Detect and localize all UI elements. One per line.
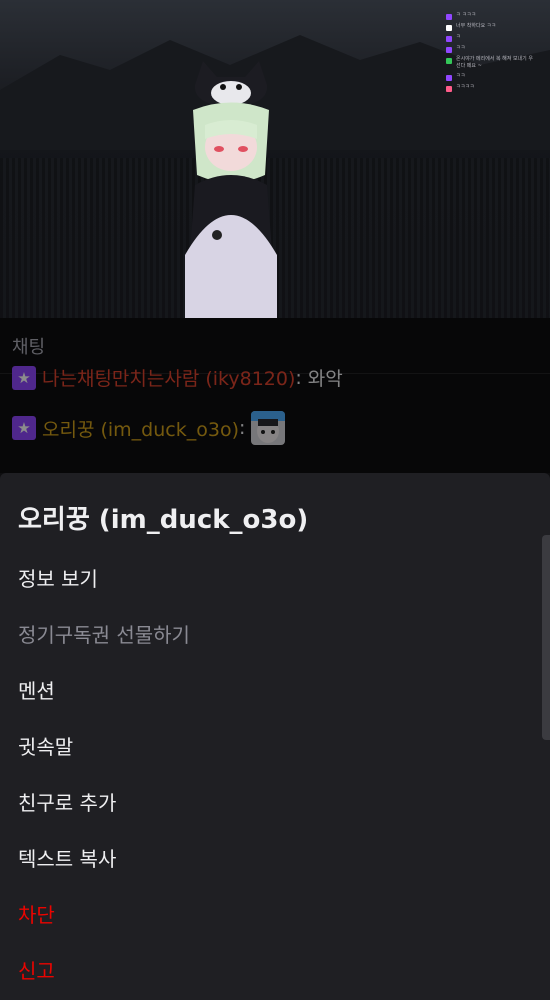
overlay-chat-line: 너무 착하다요 ㅋㅋ [446, 23, 536, 31]
menu-item-whisper[interactable]: 귓속말 [18, 731, 73, 760]
stream-video[interactable]: ㅋ ㅋㅋㅋ 너무 착하다요 ㅋㅋ ㅋ ㅋㅋ 온시야가 메리에서 복 해져 보내기… [0, 0, 550, 318]
overlay-chat-line: ㅋㅋㅋㅋ [446, 84, 536, 92]
overlay-chat-text: ㅋ [456, 34, 461, 40]
chat-separator: : [295, 366, 302, 389]
overlay-chat-line: ㅋㅋ [446, 73, 536, 81]
sheet-username-title: 오리꿍 (im_duck_o3o) [18, 505, 309, 535]
chat-header-title: 채팅 [12, 336, 46, 358]
overlay-chat-text: ㅋㅋㅋㅋ [456, 84, 475, 90]
menu-item-mention[interactable]: 멘션 [18, 675, 55, 704]
overlay-badge [446, 14, 452, 20]
chat-message-text: 와악 [307, 368, 343, 390]
overlay-chat-text: ㅋㅋ [456, 73, 466, 79]
overlay-chat-text: 너무 착하다요 ㅋㅋ [456, 23, 496, 29]
overlay-badge [446, 36, 452, 42]
overlay-chat-text: ㅋㅋ [456, 45, 466, 51]
star-badge-icon: ★ [12, 416, 36, 440]
overlay-chat-text: ㅋ ㅋㅋㅋ [456, 12, 476, 18]
chat-message[interactable]: ★ 나는채팅만치는사람 (iky8120): 와악 [12, 364, 343, 391]
menu-item-copy-text[interactable]: 텍스트 복사 [18, 843, 116, 872]
stream-overlay-chat: ㅋ ㅋㅋㅋ 너무 착하다요 ㅋㅋ ㅋ ㅋㅋ 온시야가 메리에서 복 해져 보내기… [446, 12, 536, 95]
overlay-badge [446, 25, 452, 31]
overlay-chat-line: ㅋ ㅋㅋㅋ [446, 12, 536, 20]
overlay-chat-line: ㅋㅋ [446, 45, 536, 53]
chat-separator: : [238, 417, 246, 439]
menu-item-report[interactable]: 신고 [18, 955, 55, 984]
overlay-chat-line: 온시야가 메리에서 복 해져 보내기 우선다 떼요 ~ [446, 56, 536, 70]
overlay-badge [446, 58, 452, 64]
star-badge-icon: ★ [12, 365, 36, 390]
vtuber-avatar [185, 61, 277, 318]
menu-item-gift-subscription[interactable]: 정기구독권 선물하기 [18, 619, 190, 648]
overlay-chat-line: ㅋ [446, 34, 536, 42]
overlay-badge [446, 75, 452, 81]
chat-username[interactable]: 나는채팅만치는사람 (iky8120) [42, 364, 295, 391]
chat-message[interactable]: ★ 오리꿍 (im_duck_o3o): [12, 411, 286, 445]
sheet-scrollbar[interactable] [542, 535, 550, 740]
chat-panel: 채팅 ★ 나는채팅만치는사람 (iky8120): 와악 ★ 오리꿍 (im_d… [0, 318, 550, 473]
menu-item-view-info[interactable]: 정보 보기 [18, 563, 98, 592]
overlay-badge [446, 86, 452, 92]
menu-item-add-friend[interactable]: 친구로 추가 [18, 787, 116, 816]
overlay-chat-text: 온시야가 메리에서 복 해져 보내기 우선다 떼요 ~ [456, 56, 533, 69]
overlay-badge [446, 47, 452, 53]
user-action-sheet: 오리꿍 (im_duck_o3o) 정보 보기 정기구독권 선물하기 멘션 귓속… [0, 473, 550, 1000]
emote-icon [251, 411, 286, 445]
menu-item-block[interactable]: 차단 [18, 899, 55, 928]
chat-username[interactable]: 오리꿍 (im_duck_o3o) [42, 415, 239, 442]
